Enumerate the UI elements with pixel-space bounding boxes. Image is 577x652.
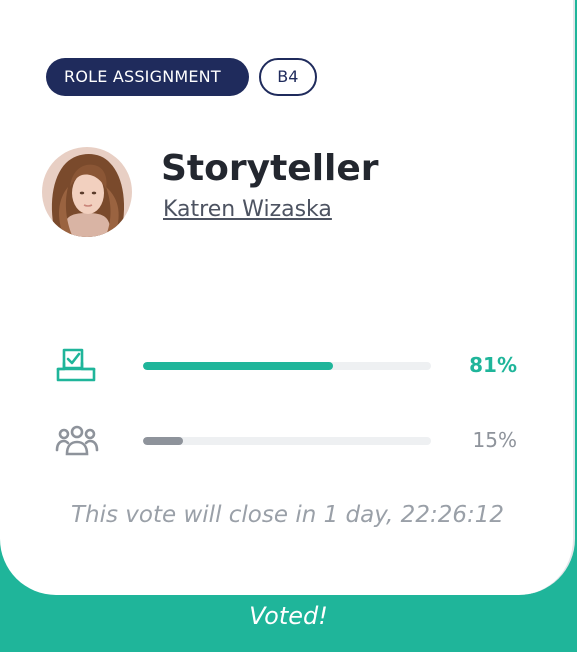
avatar — [42, 147, 132, 237]
badge-row: ROLE ASSIGNMENT B4 — [46, 58, 317, 96]
people-group-icon — [54, 418, 100, 464]
votes-progress-track — [143, 362, 431, 370]
vote-card: ROLE ASSIGNMENT B4 Storyteller Katren Wi… — [0, 0, 575, 595]
code-badge: B4 — [258, 58, 317, 96]
role-assignment-badge: ROLE ASSIGNMENT — [46, 58, 249, 96]
role-title: Storyteller — [161, 148, 379, 189]
participants-percent: 15% — [472, 428, 517, 452]
votes-progress-fill — [143, 362, 334, 370]
avatar-photo — [42, 147, 132, 237]
participants-progress-fill — [143, 437, 184, 445]
stat-row-participants: 15% — [0, 418, 575, 464]
votes-percent: 81% — [469, 353, 517, 377]
vote-closing-countdown: This vote will close in 1 day, 22:26:12 — [71, 502, 504, 528]
voted-status: Voted! — [249, 602, 328, 630]
participants-progress-track — [143, 437, 431, 445]
assigned-user-link[interactable]: Katren Wizaska — [163, 197, 332, 222]
ballot-box-check-icon — [54, 343, 100, 389]
stat-row-votes: 81% — [0, 343, 575, 389]
